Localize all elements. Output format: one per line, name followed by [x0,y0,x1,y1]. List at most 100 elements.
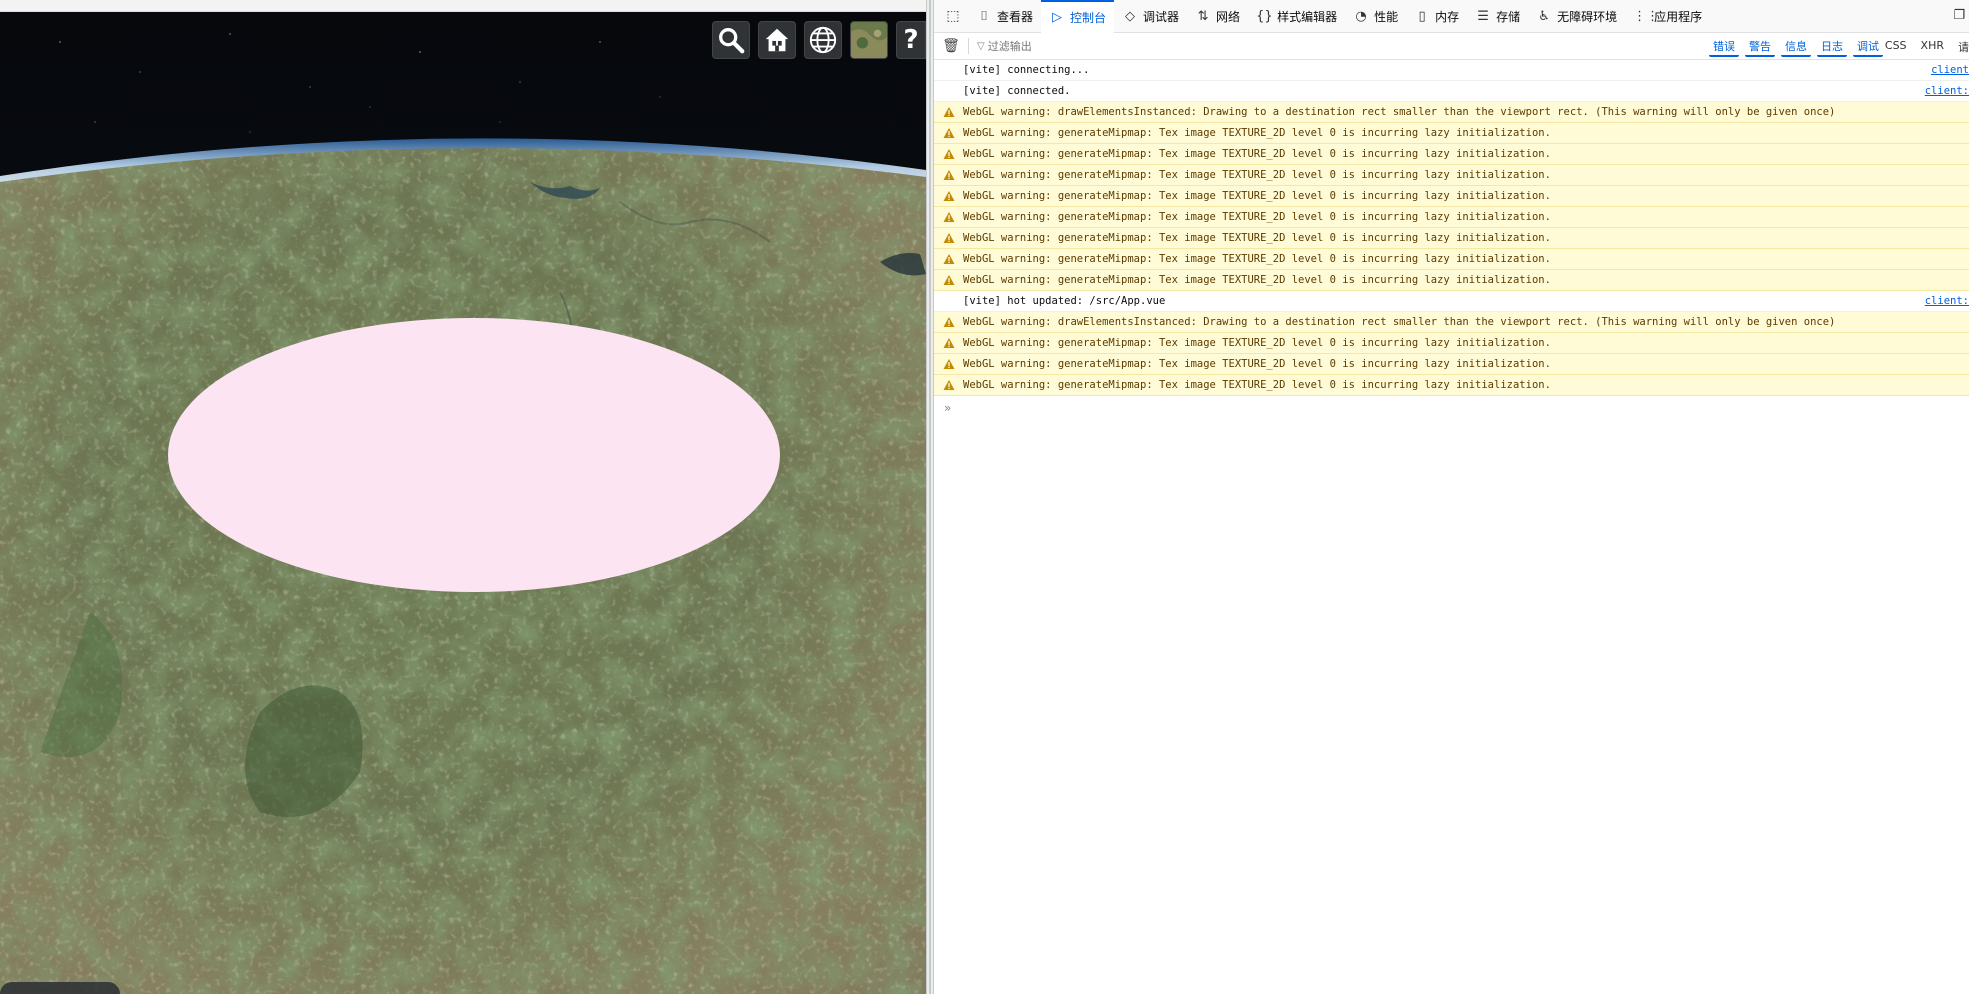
base-layer-picker-button[interactable] [850,21,888,59]
tab-label: 控制台 [1070,10,1107,25]
console-message-text: WebGL warning: generateMipmap: Tex image… [963,169,1551,181]
console-message-text: WebGL warning: generateMipmap: Tex image… [963,190,1551,202]
console-message-text: WebGL warning: generateMipmap: Tex image… [963,253,1551,265]
console-warning-row[interactable]: WebGL warning: generateMipmap: Tex image… [934,375,1969,396]
tab-icon: ▯ [1418,8,1426,24]
console-message-text: WebGL warning: generateMipmap: Tex image… [963,358,1551,370]
tab-9[interactable]: ⋮⋮ 应用程序 [1625,0,1710,33]
dock-options-button[interactable]: ❐ [1953,8,1965,23]
tab-2[interactable]: ◇ 调试器 [1114,0,1187,33]
console-message-text: WebGL warning: generateMipmap: Tex image… [963,211,1551,223]
tab-5[interactable]: ◔ 性能 [1345,0,1406,33]
tab-3[interactable]: ⇅ 网络 [1187,0,1248,33]
tab-label: 应用程序 [1654,9,1703,24]
request-filter-2[interactable]: 请 [1958,39,1969,55]
console-message-text: WebGL warning: generateMipmap: Tex image… [963,127,1551,139]
console-warning-row[interactable]: WebGL warning: generateMipmap: Tex image… [934,207,1969,228]
tab-icon: ⋮⋮ [1633,8,1660,24]
tab-icon: ⌷ [980,8,988,24]
tab-4[interactable]: {} 样式编辑器 [1248,0,1345,33]
request-filter-1[interactable]: XHR [1921,39,1944,55]
trash-icon: 🗑 [942,38,960,54]
console-warning-row[interactable]: WebGL warning: drawElementsInstanced: Dr… [934,102,1969,123]
home-icon [765,28,789,52]
console-warning-row[interactable]: WebGL warning: generateMipmap: Tex image… [934,228,1969,249]
console-log-row[interactable]: [vite] connected. client: [934,81,1969,102]
level-filter-3[interactable]: 日志 [1817,37,1847,57]
tab-label: 样式编辑器 [1277,9,1338,24]
console-warning-row[interactable]: WebGL warning: generateMipmap: Tex image… [934,165,1969,186]
console-warning-row[interactable]: WebGL warning: generateMipmap: Tex image… [934,123,1969,144]
devtools-tabs: ⌷ 查看器 ▷ 控制台 ◇ 调试器 ⇅ 网络 {} 样式编辑器 ◔ 性能 ▯ 内存 ☰ 存储 ♿ 无障碍环境 ⋮⋮ 应… [968,0,1710,33]
console-message-text: WebGL warning: drawElementsInstanced: Dr… [963,106,1836,118]
console-output: [vite] connecting... client [vite] connect… [934,60,1969,396]
tab-7[interactable]: ☰ 存储 [1467,0,1528,33]
element-picker-button[interactable]: ⬚ [938,0,968,33]
warning-icon [943,359,955,369]
filter-icon: ▽ [977,40,985,52]
request-filter-0[interactable]: CSS [1885,39,1907,55]
dock-icon: ❐ [1953,8,1965,23]
console-message-text: WebGL warning: generateMipmap: Tex image… [963,232,1551,244]
tab-label: 调试器 [1143,9,1180,24]
globe-icon [809,26,837,54]
console-log-row[interactable]: [vite] connecting... client [934,60,1969,81]
globe-viewer: ? [0,0,926,994]
tab-label: 查看器 [997,9,1034,24]
tab-label: 内存 [1435,9,1460,24]
help-button[interactable]: ? [896,21,926,59]
console-message-text: WebGL warning: generateMipmap: Tex image… [963,337,1551,349]
clear-console-button[interactable]: 🗑 [942,37,960,55]
console-warning-row[interactable]: WebGL warning: generateMipmap: Tex image… [934,270,1969,291]
globe-canvas[interactable] [0,12,926,994]
search-button[interactable] [712,21,750,59]
warning-icon [943,380,955,390]
tab-8[interactable]: ♿ 无障碍环境 [1528,0,1625,33]
warning-icon [943,275,955,285]
warning-icon [943,338,955,348]
tab-icon: ♿ [1538,8,1550,24]
console-message-text: WebGL warning: drawElementsInstanced: Dr… [963,316,1836,328]
console-prompt-icon: » [944,401,952,415]
splitter-grip [929,0,931,994]
console-warning-row[interactable]: WebGL warning: generateMipmap: Tex image… [934,354,1969,375]
message-source-link[interactable]: client [1927,60,1969,80]
console-log-row[interactable]: [vite] hot updated: /src/App.vue client: [934,291,1969,312]
console-filterbar: 🗑 ▽ 错误警告信息日志调试 CSS XHR 请 [934,33,1969,60]
warning-icon [943,149,955,159]
console-warning-row[interactable]: WebGL warning: generateMipmap: Tex image… [934,186,1969,207]
message-source-link[interactable]: client: [1921,81,1969,101]
navigation-widget[interactable] [0,982,120,994]
warning-icon [943,254,955,264]
console-message-text: [vite] hot updated: /src/App.vue [963,295,1166,307]
level-filter-4[interactable]: 调试 [1853,37,1883,57]
console-message-text: [vite] connecting... [963,64,1090,76]
level-filter-2[interactable]: 信息 [1781,37,1811,57]
tab-icon: ☰ [1477,8,1489,24]
message-source-link[interactable]: client: [1921,291,1969,311]
tab-1[interactable]: ▷ 控制台 [1041,0,1115,33]
home-button[interactable] [758,21,796,59]
console-warning-row[interactable]: WebGL warning: generateMipmap: Tex image… [934,144,1969,165]
level-filter-1[interactable]: 警告 [1745,37,1775,57]
pick-element-icon: ⬚ [946,8,960,24]
viewer-toolbar: ? [712,21,926,59]
console-warning-row[interactable]: WebGL warning: generateMipmap: Tex image… [934,333,1969,354]
tab-0[interactable]: ⌷ 查看器 [968,0,1041,33]
tab-label: 无障碍环境 [1557,9,1618,24]
toolbar-separator [968,38,969,54]
tab-label: 网络 [1216,9,1241,24]
console-warning-row[interactable]: WebGL warning: generateMipmap: Tex image… [934,249,1969,270]
warning-icon [943,317,955,327]
level-filter-0[interactable]: 错误 [1709,37,1739,57]
tab-icon: ⇅ [1197,8,1209,24]
scene-mode-button[interactable] [804,21,842,59]
console-message-text: WebGL warning: generateMipmap: Tex image… [963,379,1551,391]
console-warning-row[interactable]: WebGL warning: drawElementsInstanced: Dr… [934,312,1969,333]
console-input[interactable]: » [934,396,1969,420]
tab-6[interactable]: ▯ 内存 [1406,0,1467,33]
panel-splitter[interactable] [926,0,934,994]
warning-icon [943,212,955,222]
request-filters: CSS XHR 请 [1885,39,1969,55]
filter-output-input[interactable] [987,39,1408,53]
